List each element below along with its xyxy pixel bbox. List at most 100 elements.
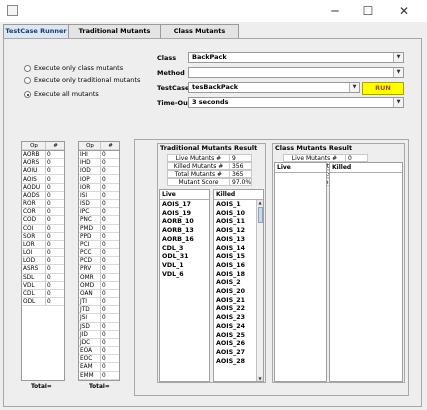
table-row[interactable]: ISI 0 [79, 191, 119, 200]
table-row[interactable]: OMD 0 [79, 281, 119, 290]
tab-testcase-runner[interactable]: TestCase Runner [3, 24, 69, 39]
table-row[interactable]: EOA 0 [79, 347, 119, 356]
radio-traditional-only[interactable] [24, 77, 31, 84]
table-row[interactable]: IOP 0 [79, 175, 119, 184]
table-row[interactable]: ODL 0 [22, 298, 64, 307]
table-row[interactable]: ASRS 0 [22, 265, 64, 274]
list-item[interactable]: AOIS_16 [216, 262, 245, 271]
minimize-button[interactable]: ─ [326, 2, 344, 20]
list-item[interactable]: AOIS_28 [216, 358, 245, 367]
table-row[interactable]: JTI 0 [79, 298, 119, 307]
list-item[interactable]: AOIS_15 [216, 253, 245, 262]
table-row[interactable]: PMD 0 [79, 224, 119, 233]
list-item[interactable]: AOIS_25 [216, 332, 245, 341]
list-item[interactable]: AOIS_11 [216, 218, 245, 227]
list-item[interactable]: VDL_6 [162, 271, 184, 280]
list-item[interactable]: AOIS_10 [216, 210, 245, 219]
table-row[interactable]: CDL 0 [22, 289, 64, 299]
scroll-down-icon[interactable]: ▼ [257, 376, 263, 381]
traditional-live-list[interactable]: Live AOIS_17 AOIS_19 AORB_10 AORB_13 AORB_16… [159, 189, 210, 382]
table-row[interactable]: LOI 0 [22, 249, 64, 258]
table-row[interactable]: LOD 0 [22, 257, 64, 266]
timeout-select[interactable]: 3 seconds ▼ [188, 97, 404, 108]
table-row[interactable]: PRV 0 [79, 265, 119, 274]
table-row[interactable]: JSD 0 [79, 322, 119, 331]
tab-traditional-mutants-viewer[interactable]: Traditional Mutants Viewer [68, 24, 161, 48]
table-row[interactable]: JSI 0 [79, 314, 119, 323]
radio-all-mutants[interactable] [24, 91, 31, 98]
table-row[interactable]: AOIS 0 [22, 175, 64, 184]
list-item[interactable]: AOIS_23 [216, 314, 245, 323]
table-row[interactable]: LOR 0 [22, 240, 64, 250]
table-row[interactable]: COR 0 [22, 208, 64, 217]
list-item[interactable]: AOIS_21 [216, 297, 245, 306]
list-item[interactable]: ODL_31 [162, 253, 189, 262]
list-item[interactable]: AORB_10 [162, 218, 194, 227]
table-row[interactable]: PCI 0 [79, 240, 119, 250]
table-row[interactable]: IOD 0 [79, 167, 119, 176]
table-row[interactable]: PNC 0 [79, 216, 119, 225]
close-button[interactable]: ✕ [395, 2, 413, 20]
list-item[interactable]: AOIS_13 [216, 236, 245, 245]
run-button[interactable]: RUN [362, 82, 404, 95]
list-item[interactable]: AOIS_18 [216, 271, 245, 280]
table-row[interactable]: OMR 0 [79, 273, 119, 282]
table-row[interactable]: ISD 0 [79, 200, 119, 209]
class-select[interactable]: BackPack ▼ [188, 52, 404, 63]
table-row[interactable]: ROR 0 [22, 200, 64, 209]
list-item[interactable]: AORB_16 [162, 236, 194, 245]
list-item[interactable]: AOIS_17 [162, 201, 191, 210]
table-row[interactable]: COD 0 [22, 216, 64, 225]
table-row[interactable]: IHD 0 [79, 159, 119, 168]
table-row[interactable]: VDL 0 [22, 281, 64, 290]
table-row[interactable]: AORB 0 [22, 151, 64, 160]
list-item[interactable]: AOIS_26 [216, 340, 245, 349]
table-row[interactable]: AODS 0 [22, 191, 64, 200]
table-row[interactable]: AORS 0 [22, 159, 64, 168]
list-item[interactable]: AOIS_20 [216, 288, 245, 297]
list-item[interactable]: AOIS_14 [216, 245, 245, 254]
chevron-down-icon[interactable]: ▼ [393, 68, 403, 77]
list-item[interactable]: AORB_13 [162, 227, 194, 236]
table-row[interactable]: OAN 0 [79, 289, 119, 299]
table-row[interactable]: IPC 0 [79, 208, 119, 217]
list-item[interactable]: AOIS_12 [216, 227, 245, 236]
scroll-thumb[interactable] [258, 207, 263, 223]
list-item[interactable]: CDL_3 [162, 245, 183, 254]
killed-scrollbar[interactable]: ▲ ▼ [256, 200, 263, 381]
method-select[interactable]: ▼ [188, 67, 404, 78]
chevron-down-icon[interactable]: ▼ [393, 53, 403, 62]
class-live-list[interactable]: Live [274, 162, 327, 382]
table-row[interactable]: EAM 0 [79, 363, 119, 372]
testcase-select[interactable]: tesBackPack ▼ [188, 82, 360, 93]
radio-class-only[interactable] [24, 65, 31, 72]
table-row[interactable]: JTD 0 [79, 306, 119, 315]
table-row[interactable]: IOR 0 [79, 183, 119, 192]
table-row[interactable]: SOR 0 [22, 232, 64, 241]
class-killed-list[interactable]: Killed [329, 162, 403, 382]
table-row[interactable]: AODU 0 [22, 183, 64, 192]
table-row[interactable]: EMM 0 [79, 371, 119, 380]
chevron-down-icon[interactable]: ▼ [393, 98, 403, 107]
list-item[interactable]: AOIS_19 [162, 210, 191, 219]
list-item[interactable]: AOIS_22 [216, 305, 245, 314]
table-row[interactable]: JDC 0 [79, 338, 119, 348]
tab-class-mutants-viewer[interactable]: Class Mutants Viewer [160, 24, 239, 48]
chevron-down-icon[interactable]: ▼ [349, 83, 359, 92]
table-row[interactable]: IHI 0 [79, 151, 119, 160]
table-row[interactable]: JID 0 [79, 330, 119, 339]
table-row[interactable]: PCD 0 [79, 257, 119, 266]
maximize-button[interactable]: ☐ [359, 2, 377, 20]
table-row[interactable]: EOC 0 [79, 355, 119, 364]
traditional-killed-list[interactable]: Killed AOIS_1 AOIS_10 AOIS_11 AOIS_12 AOIS_1… [213, 189, 264, 382]
list-item[interactable]: AOIS_27 [216, 349, 245, 358]
list-item[interactable]: AOIS_1 [216, 201, 241, 210]
scroll-up-icon[interactable]: ▲ [257, 200, 263, 206]
list-item[interactable]: VDL_1 [162, 262, 184, 271]
table-row[interactable]: SDL 0 [22, 273, 64, 282]
table-row[interactable]: PPD 0 [79, 232, 119, 241]
table-row[interactable]: COI 0 [22, 224, 64, 233]
list-item[interactable]: AOIS_24 [216, 323, 245, 332]
list-item[interactable]: AOIS_2 [216, 279, 241, 288]
table-row[interactable]: AOIU 0 [22, 167, 64, 176]
